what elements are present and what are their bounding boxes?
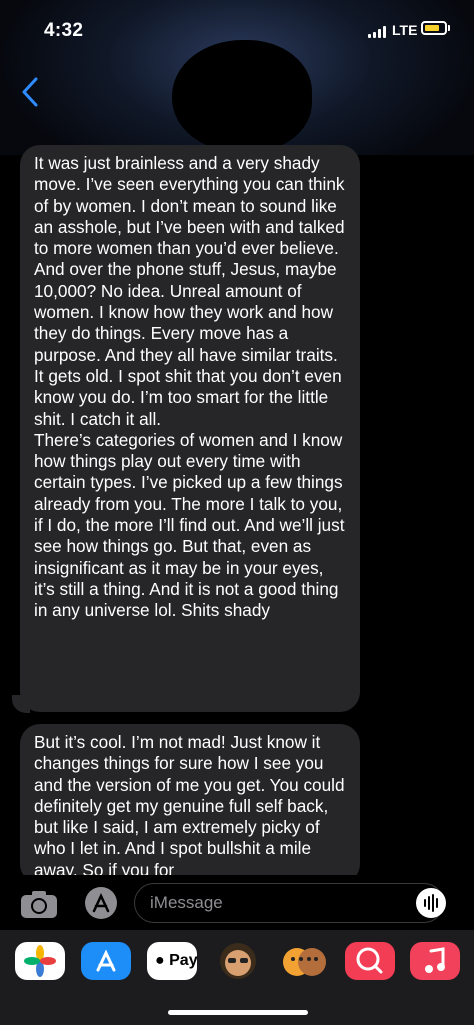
message-text: It was just brainless and a very shady m… [34,153,345,429]
memoji-stickers-button[interactable] [279,942,329,980]
music-note-icon [425,947,445,973]
message-text: There’s categories of women and I know h… [34,429,345,621]
audio-message-button[interactable] [416,888,446,918]
image-search-button[interactable] [345,942,395,980]
apple-pay-label: ● Pay [155,952,198,969]
back-button[interactable] [18,76,42,108]
battery-icon [421,21,447,35]
bubble-tail [12,695,30,713]
status-time: 4:32 [44,20,84,41]
message-bubble-received: But it’s cool. I’m not mad! Just know it… [20,724,360,884]
message-bubble-received: It was just brainless and a very shady m… [20,145,360,712]
globe-search-icon [356,947,383,974]
memoji-button[interactable] [213,942,263,980]
music-app-button[interactable] [410,942,460,980]
cellular-signal-icon [368,26,388,38]
apple-icon: ● [155,952,165,969]
memoji-icon [220,943,256,979]
app-store-icon [85,887,117,919]
waveform-icon [424,894,438,912]
chevron-left-icon [22,77,38,107]
photos-app-button[interactable] [15,942,65,980]
battery-tip [448,25,450,31]
camera-icon [21,891,57,918]
app-store-icon [96,949,116,972]
memoji-stickers-icon [283,948,326,976]
home-indicator[interactable] [168,1010,308,1015]
contact-avatar[interactable] [172,40,312,152]
app-store-button[interactable] [84,886,122,920]
camera-button[interactable] [20,889,58,919]
message-text: But it’s cool. I’m not mad! Just know it… [34,732,345,880]
photos-icon [24,945,56,977]
message-input-placeholder: iMessage [150,893,223,912]
network-type: LTE [392,22,418,38]
app-store-app-button[interactable] [81,942,131,980]
